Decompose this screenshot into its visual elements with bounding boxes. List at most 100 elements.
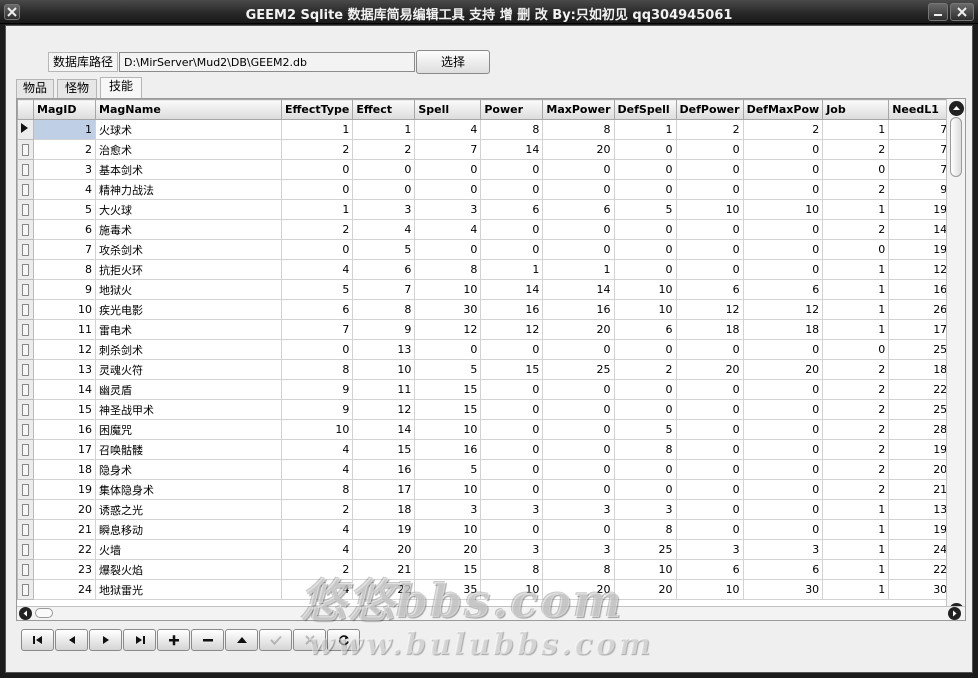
table-cell[interactable]: 0 [675,439,744,460]
table-cell[interactable]: 15 [33,399,96,420]
column-header[interactable]: Spell [414,99,482,120]
table-cell[interactable]: 9 [888,179,952,200]
table-cell[interactable]: 2 [33,139,96,160]
close-button[interactable] [950,3,974,21]
table-cell[interactable]: 1 [542,259,615,280]
table-cell[interactable]: 0 [675,339,744,360]
table-cell[interactable]: 4 [280,579,354,600]
cancel-record-button[interactable] [293,629,326,651]
select-db-button[interactable]: 选择 [416,50,490,74]
table-cell[interactable]: 14 [480,139,544,160]
table-cell[interactable]: 爆裂火焰 [95,559,282,580]
table-cell[interactable]: 8 [480,119,544,140]
table-cell[interactable]: 6 [352,259,416,280]
table-cell[interactable]: 0 [675,519,744,540]
table-cell[interactable]: 3 [352,199,416,220]
table-cell[interactable]: 4 [280,459,354,480]
column-header[interactable]: DefMaxPow [742,99,824,120]
table-cell[interactable]: 0 [742,419,824,440]
table-row[interactable]: 17 召唤骷髅 4 15 16 0 0 8 0 0 2 19 [17,439,959,460]
row-indicator[interactable] [17,439,34,460]
table-cell[interactable]: 2 [822,139,890,160]
table-cell[interactable]: 召唤骷髅 [95,439,282,460]
table-cell[interactable]: 幽灵盾 [95,379,282,400]
table-cell[interactable]: 0 [480,419,544,440]
table-cell[interactable]: 4 [414,119,482,140]
table-row[interactable]: 12 刺杀剑术 0 13 0 0 0 0 0 0 0 25 [17,339,959,360]
table-cell[interactable]: 0 [675,179,744,200]
table-cell[interactable]: 火墙 [95,539,282,560]
table-cell[interactable]: 灵魂火符 [95,359,282,380]
row-indicator[interactable] [17,359,34,380]
table-cell[interactable]: 0 [675,159,744,180]
table-cell[interactable]: 瞬息移动 [95,519,282,540]
table-cell[interactable]: 2 [822,359,890,380]
delete-record-button[interactable] [191,629,224,651]
table-cell[interactable]: 10 [742,199,824,220]
table-cell[interactable]: 疾光电影 [95,299,282,320]
table-row[interactable]: 11 雷电术 7 9 12 12 20 6 18 18 1 17 [17,319,959,340]
table-row[interactable]: 23 爆裂火焰 2 21 15 8 8 10 6 6 1 22 [17,559,959,580]
table-cell[interactable]: 12 [414,319,482,340]
table-row[interactable]: 1 火球术 1 1 4 8 8 1 2 2 1 7 [17,119,959,140]
table-row[interactable]: 16 困魔咒 10 14 10 0 0 5 0 0 2 28 [17,419,959,440]
table-cell[interactable]: 20 [542,579,615,600]
row-indicator[interactable] [17,419,34,440]
table-cell[interactable]: 14 [888,219,952,240]
table-cell[interactable]: 4 [414,219,482,240]
table-cell[interactable]: 10 [280,419,354,440]
table-cell[interactable]: 18 [33,459,96,480]
table-cell[interactable]: 0 [742,459,824,480]
table-cell[interactable]: 6 [742,279,824,300]
table-cell[interactable]: 13 [352,339,416,360]
table-row[interactable]: 22 火墙 4 20 20 3 3 25 3 3 1 24 [17,539,959,560]
table-cell[interactable]: 0 [742,339,824,360]
table-cell[interactable]: 10 [352,359,416,380]
table-cell[interactable]: 0 [542,219,615,240]
table-cell[interactable]: 1 [822,279,890,300]
table-cell[interactable]: 0 [742,179,824,200]
table-cell[interactable]: 1 [822,199,890,220]
table-cell[interactable]: 2 [822,419,890,440]
table-cell[interactable]: 24 [33,579,96,600]
table-cell[interactable]: 6 [675,279,744,300]
table-cell[interactable]: 0 [822,339,890,360]
table-cell[interactable]: 8 [280,479,354,500]
table-cell[interactable]: 7 [888,159,952,180]
table-cell[interactable]: 0 [542,339,615,360]
table-cell[interactable]: 15 [352,439,416,460]
table-cell[interactable]: 0 [280,239,354,260]
table-cell[interactable]: 15 [414,379,482,400]
table-cell[interactable]: 0 [742,159,824,180]
table-cell[interactable]: 施毒术 [95,219,282,240]
table-cell[interactable]: 6 [33,219,96,240]
table-cell[interactable]: 攻杀剑术 [95,239,282,260]
table-row[interactable]: 3 基本剑术 0 0 0 0 0 0 0 0 0 7 [17,159,959,180]
table-cell[interactable]: 0 [742,239,824,260]
table-cell[interactable]: 6 [675,559,744,580]
table-cell[interactable]: 30 [742,579,824,600]
table-cell[interactable]: 18 [742,319,824,340]
table-row[interactable]: 21 瞬息移动 4 19 10 0 0 8 0 0 1 19 [17,519,959,540]
table-cell[interactable]: 地狱火 [95,279,282,300]
tab-skills[interactable]: 技能 [100,77,142,99]
row-indicator[interactable] [17,219,34,240]
scroll-up-button[interactable] [949,101,964,116]
table-row[interactable]: 9 地狱火 5 7 10 14 14 10 6 6 1 16 [17,279,959,300]
table-cell[interactable]: 0 [613,159,677,180]
row-indicator[interactable] [17,319,34,340]
table-cell[interactable]: 2 [280,499,354,520]
table-cell[interactable]: 28 [888,419,952,440]
table-cell[interactable]: 10 [675,199,744,220]
row-indicator[interactable] [17,119,34,140]
table-cell[interactable]: 12 [352,399,416,420]
table-cell[interactable]: 30 [414,299,482,320]
table-cell[interactable]: 0 [742,259,824,280]
row-indicator[interactable] [17,539,34,560]
table-cell[interactable]: 16 [352,459,416,480]
table-cell[interactable]: 9 [33,279,96,300]
column-header[interactable]: DefPower [675,99,744,120]
table-cell[interactable]: 0 [542,519,615,540]
table-cell[interactable]: 3 [675,539,744,560]
table-cell[interactable]: 17 [888,319,952,340]
